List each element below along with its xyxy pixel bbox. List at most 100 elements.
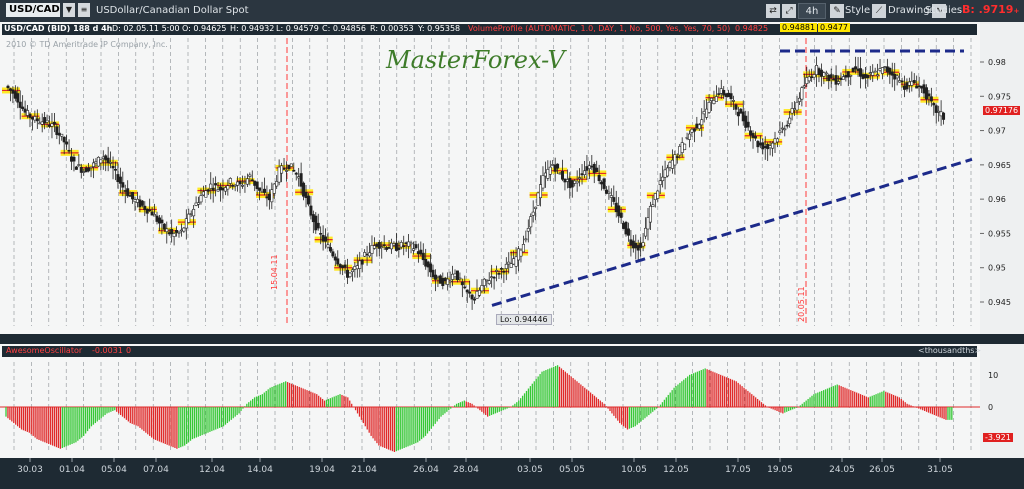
symbol-menu-icon[interactable]: ≡ [78, 3, 90, 17]
candle-body [248, 174, 252, 177]
price-tick-label: 0.98 [988, 58, 1006, 67]
candle-body [790, 108, 794, 114]
candle-body [937, 110, 941, 113]
candle-body [807, 76, 811, 82]
candle-body [338, 264, 342, 268]
candle-body [43, 117, 47, 124]
candle-body [385, 247, 389, 250]
candle-body [526, 228, 530, 232]
price-axis [980, 22, 1024, 334]
low-label: Lo: 0.94446 [496, 314, 552, 325]
candle-body [182, 227, 186, 232]
candle-body [375, 243, 379, 247]
candle-body [778, 130, 782, 134]
date-tick-label: 12.04 [199, 465, 225, 475]
candle-body [11, 89, 15, 94]
candle-body [187, 213, 191, 223]
candle-body [497, 273, 501, 275]
candle-body [636, 245, 640, 251]
date-tick-label: 05.05 [559, 465, 585, 475]
candle-body [700, 119, 704, 126]
candle-body [113, 168, 117, 171]
candle-body [458, 277, 462, 280]
studies-button[interactable]: Studies [925, 5, 962, 16]
candle-body [341, 265, 345, 268]
candle-body [87, 167, 91, 172]
candle-body [839, 77, 843, 80]
candle-body [424, 258, 428, 267]
candle-body [509, 263, 513, 268]
candle-body [504, 263, 508, 269]
candle-body [827, 74, 831, 81]
candle-body [170, 228, 174, 235]
date-tick-label: 24.05 [829, 465, 855, 475]
candle-body [656, 190, 660, 199]
candle-body [768, 145, 772, 149]
candle-body [753, 136, 757, 139]
candle-body [62, 136, 66, 143]
date-tick-label: 19.04 [309, 465, 335, 475]
date-tick-label: 05.04 [101, 465, 127, 475]
candle-body [771, 142, 775, 149]
candle-body [55, 126, 59, 135]
candle-body [898, 80, 902, 83]
candle-body [893, 73, 897, 80]
candle-body [751, 133, 755, 138]
candle-body [551, 164, 555, 166]
style-button[interactable]: Style [845, 5, 870, 16]
candle-body [521, 244, 525, 253]
timeframe-button[interactable]: 4h [798, 3, 826, 19]
osc-units: <thousandths> [918, 346, 982, 355]
candle-body [370, 245, 374, 254]
candle-body [695, 123, 699, 129]
candle-body [468, 291, 472, 294]
style-icon[interactable]: ✎ [830, 4, 844, 18]
candle-body [441, 278, 445, 286]
info-date: D: 02.05.11 5:00 [112, 24, 180, 33]
date-tick-label: 31.05 [927, 465, 953, 475]
candle-body [67, 149, 71, 152]
candle-body [810, 76, 814, 79]
candle-body [475, 290, 479, 299]
symbol-dropdown-icon[interactable]: ▼ [63, 3, 75, 17]
candle-body [729, 93, 733, 99]
candle-body [126, 188, 130, 197]
candle-body [38, 122, 42, 125]
symbol-input[interactable]: USD/CAD [6, 3, 60, 17]
candle-body [644, 227, 648, 237]
link-icon[interactable]: ⇄ [766, 4, 780, 18]
bid-price: B: .9719+ [962, 3, 1019, 16]
candle-body [736, 111, 740, 117]
drawings-icon[interactable]: ⟋ [872, 4, 886, 18]
candle-body [861, 74, 865, 79]
candle-body [267, 193, 271, 201]
candle-body [387, 246, 391, 249]
candle-body [72, 156, 76, 162]
oscillator-chart[interactable]: 10 0 [0, 344, 1024, 458]
info-range: R: 0.00353 [370, 24, 414, 33]
candle-body [243, 181, 247, 183]
candle-body [201, 191, 205, 196]
candle-body [463, 286, 467, 289]
candle-body [890, 71, 894, 76]
price-chart-panel[interactable]: 0.98 0.975 0.97 0.965 0.96 0.955 0.95 0.945 USD… [0, 22, 1024, 334]
candle-body [270, 189, 274, 203]
candle-body [734, 104, 738, 110]
info-vp2: 0.94881 [780, 23, 818, 32]
candle-body [206, 189, 210, 192]
zoom-icon[interactable]: ⤢ [782, 4, 796, 18]
candle-body [563, 178, 567, 183]
candle-body [74, 166, 78, 170]
oscillator-panel[interactable]: 10 0 AwesomeOscillator -0.0031 0 <thousan… [0, 344, 1024, 458]
panel-separator[interactable] [0, 334, 1024, 344]
price-tick-label: 0.945 [988, 298, 1011, 307]
candle-body [812, 74, 816, 78]
candle-body [336, 258, 340, 265]
candle-body [272, 183, 276, 194]
candle-body [490, 276, 494, 278]
candle-body [741, 111, 745, 122]
candle-body [153, 214, 157, 217]
candle-body [871, 71, 875, 76]
candle-body [289, 163, 293, 167]
candle-body [238, 181, 242, 185]
